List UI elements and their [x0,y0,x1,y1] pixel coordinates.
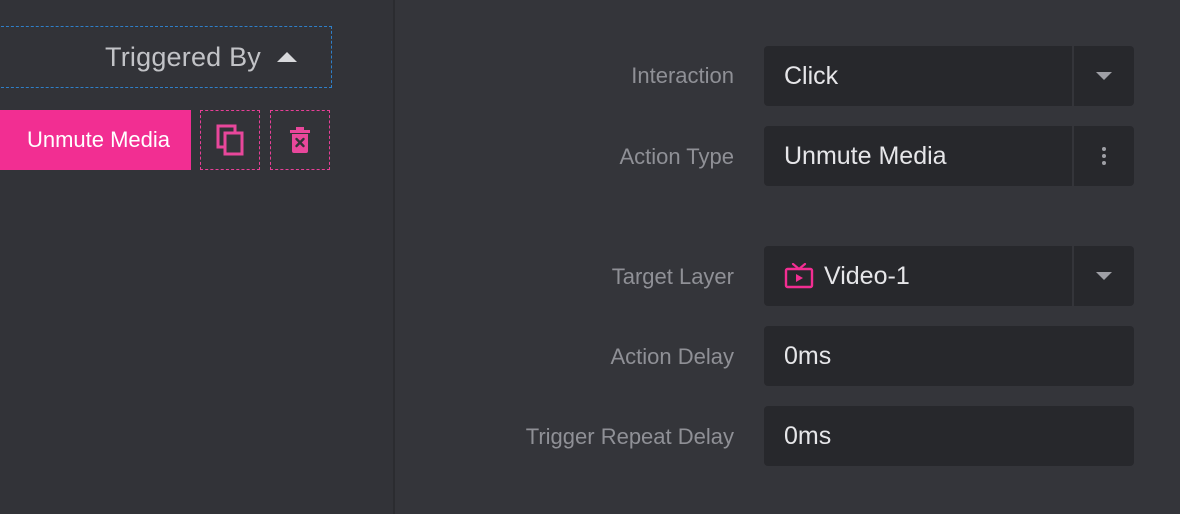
action-delay-value: 0ms [784,341,832,370]
chevron-down-icon [1096,272,1112,280]
chevron-down-icon [1096,72,1112,80]
interaction-label: Interaction [631,63,734,88]
actions-panel: Triggered By Unmute Media [0,0,393,514]
target-layer-value: Video-1 [824,261,910,290]
target-layer-label: Target Layer [611,264,734,289]
panel-divider [393,0,395,514]
trigger-repeat-delay-label: Trigger Repeat Delay [525,424,734,449]
interaction-select[interactable]: Click [764,46,1134,106]
action-delay-label: Action Delay [610,344,734,369]
trigger-repeat-delay-value: 0ms [784,421,832,450]
trash-x-icon [290,127,310,153]
caret-up-icon [277,52,297,62]
delete-action-button[interactable] [270,110,330,170]
interaction-value: Click [784,61,839,90]
target-layer-select[interactable]: Video-1 [764,246,1134,306]
action-type-label: Action Type [619,144,734,169]
action-delay-input[interactable]: 0ms [764,326,1134,386]
target-layer-dropdown-toggle[interactable] [1072,246,1134,306]
more-vertical-icon [1102,147,1106,165]
action-type-value: Unmute Media [784,141,947,170]
duplicate-action-button[interactable] [200,110,260,170]
triggered-by-toggle[interactable]: Triggered By [0,26,332,88]
action-item-unmute-media[interactable]: Unmute Media [0,110,191,170]
triggered-by-label: Triggered By [105,41,261,72]
interaction-dropdown-toggle[interactable] [1072,46,1134,106]
action-type-menu-button[interactable] [1072,126,1134,186]
trigger-repeat-delay-input[interactable]: 0ms [764,406,1134,466]
tv-icon [784,263,814,289]
action-type-select[interactable]: Unmute Media [764,126,1134,186]
copy-icon [216,124,244,156]
